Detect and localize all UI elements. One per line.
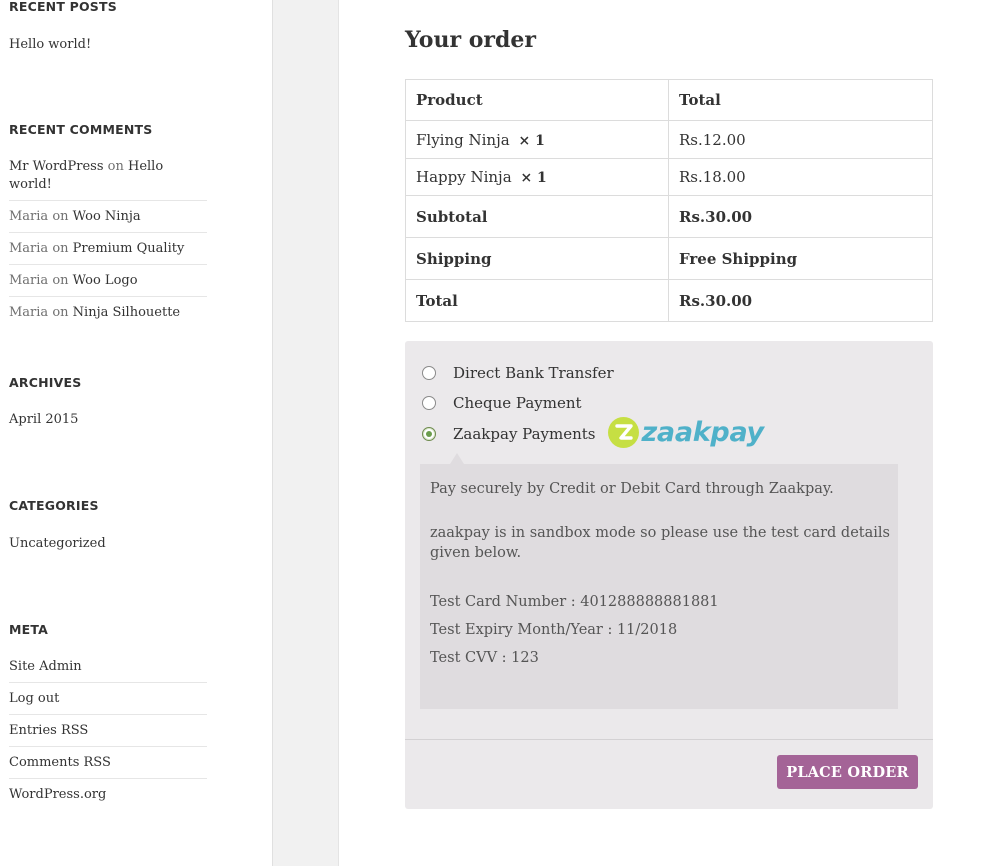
widget-archives: ARCHIVES April 2015: [9, 375, 207, 435]
zaakpay-logo-text: zaakpay: [641, 416, 765, 448]
meta-link-label[interactable]: Site Admin: [9, 659, 82, 674]
radio-button[interactable]: [422, 366, 436, 380]
widget-recent-posts: RECENT POSTS Hello world!: [9, 0, 207, 60]
payment-method-zaakpay[interactable]: Zaakpay Payments zaakpay: [422, 416, 764, 448]
comment-post-link[interactable]: Woo Ninja: [73, 209, 141, 224]
table-header-row: Product Total: [405, 79, 933, 121]
zaakpay-logo-icon: [607, 416, 639, 448]
product-qty: × 1: [520, 170, 547, 186]
archives-list: April 2015: [9, 411, 207, 435]
meta-link-wordpress-org[interactable]: WordPress.org: [9, 779, 207, 810]
meta-link-log-out[interactable]: Log out: [9, 683, 207, 715]
list-item[interactable]: Hello world!: [9, 36, 207, 60]
total-value: Rs.30.00: [668, 279, 933, 322]
widget-recent-comments: RECENT COMMENTS Mr WordPress on Hello wo…: [9, 122, 207, 328]
widget-categories: CATEGORIES Uncategorized: [9, 498, 207, 559]
payment-methods-panel: Direct Bank Transfer Cheque Payment Zaak…: [405, 341, 933, 809]
list-item[interactable]: April 2015: [9, 411, 207, 435]
widget-title: META: [9, 622, 49, 637]
total-row: Total Rs.30.00: [405, 279, 933, 322]
category-link[interactable]: Uncategorized: [9, 536, 106, 551]
payment-method-label[interactable]: Cheque Payment: [453, 394, 582, 412]
subtotal-label: Subtotal: [405, 195, 669, 238]
meta-link-entries-rss[interactable]: Entries RSS: [9, 715, 207, 747]
shipping-row: Shipping Free Shipping: [405, 237, 933, 280]
list-item[interactable]: Uncategorized: [9, 535, 207, 559]
product-name: Happy Ninja: [416, 168, 512, 186]
content-gutter: [274, 0, 339, 866]
product-qty: × 1: [518, 132, 545, 149]
meta-link-label[interactable]: Comments RSS: [9, 755, 111, 770]
list-item: Maria on Premium Quality: [9, 233, 207, 265]
payment-method-cheque[interactable]: Cheque Payment: [422, 393, 582, 413]
subtotal-value: Rs.30.00: [668, 195, 933, 238]
table-row: Flying Ninja × 1 Rs.12.00: [405, 120, 933, 159]
widget-title: ARCHIVES: [9, 375, 82, 390]
widget-title: RECENT POSTS: [9, 0, 117, 14]
post-link[interactable]: Hello world!: [9, 37, 91, 52]
test-expiry: Test Expiry Month/Year : 11/2018: [430, 622, 678, 638]
list-item: Maria on Woo Ninja: [9, 201, 207, 233]
meta-link-label[interactable]: Log out: [9, 691, 59, 706]
comment-on: on: [107, 159, 124, 174]
comment-author: Maria: [9, 209, 49, 224]
widget-title: CATEGORIES: [9, 498, 99, 513]
recent-comments-list: Mr WordPress on Hello world! Maria on Wo…: [9, 158, 207, 328]
widget-title: RECENT COMMENTS: [9, 122, 153, 137]
test-card-number: Test Card Number : 401288888881881: [430, 594, 719, 610]
page-title: Your order: [405, 27, 536, 53]
product-name: Flying Ninja: [416, 130, 510, 149]
order-review-table: Product Total Flying Ninja × 1 Rs.12.00 …: [405, 79, 933, 322]
meta-link-comments-rss[interactable]: Comments RSS: [9, 747, 207, 779]
archive-link[interactable]: April 2015: [9, 412, 78, 427]
subtotal-row: Subtotal Rs.30.00: [405, 195, 933, 238]
sidebar: RECENT POSTS Hello world! RECENT COMMENT…: [0, 0, 273, 866]
shipping-value: Free Shipping: [668, 237, 933, 280]
list-item: Maria on Ninja Silhouette: [9, 297, 207, 328]
comment-author: Maria: [9, 273, 49, 288]
meta-list: Site Admin Log out Entries RSS Comments …: [9, 658, 207, 810]
payment-box-arrow: [450, 453, 464, 464]
payment-description-box: Pay securely by Credit or Debit Card thr…: [420, 464, 898, 709]
comment-on: on: [52, 241, 69, 256]
divider: [405, 739, 933, 740]
payment-method-label[interactable]: Direct Bank Transfer: [453, 364, 614, 382]
shipping-label: Shipping: [405, 237, 669, 280]
test-cvv: Test CVV : 123: [430, 650, 539, 666]
product-cell: Flying Ninja × 1: [405, 120, 669, 159]
list-item: Maria on Woo Logo: [9, 265, 207, 297]
recent-posts-list: Hello world!: [9, 36, 207, 60]
radio-button-checked[interactable]: [422, 427, 436, 441]
zaakpay-logo: zaakpay: [607, 416, 765, 448]
sandbox-notice: zaakpay is in sandbox mode so please use…: [430, 525, 890, 561]
total-label: Total: [405, 279, 669, 322]
comment-post-link[interactable]: Premium Quality: [73, 241, 185, 256]
meta-link-label[interactable]: Entries RSS: [9, 723, 88, 738]
product-cell: Happy Ninja × 1: [405, 158, 669, 196]
widget-meta: META Site Admin Log out Entries RSS Comm…: [9, 622, 207, 810]
radio-button[interactable]: [422, 396, 436, 410]
table-row: Happy Ninja × 1 Rs.18.00: [405, 158, 933, 196]
list-item: Mr WordPress on Hello world!: [9, 158, 207, 201]
comment-author: Maria: [9, 241, 49, 256]
place-order-button[interactable]: Place order: [777, 755, 918, 789]
payment-description: Pay securely by Credit or Debit Card thr…: [430, 481, 834, 497]
payment-method-label[interactable]: Zaakpay Payments: [453, 425, 596, 443]
main-content: Your order Product Total Flying Ninja × …: [339, 0, 1000, 866]
header-product: Product: [405, 79, 669, 121]
product-total: Rs.18.00: [668, 158, 933, 196]
product-total: Rs.12.00: [668, 120, 933, 159]
payment-method-bank-transfer[interactable]: Direct Bank Transfer: [422, 363, 614, 383]
comment-author: Maria: [9, 305, 49, 320]
meta-link-label[interactable]: WordPress.org: [9, 787, 106, 802]
categories-list: Uncategorized: [9, 535, 207, 559]
meta-link-site-admin[interactable]: Site Admin: [9, 658, 207, 683]
comment-post-link[interactable]: Woo Logo: [73, 273, 138, 288]
comment-post-link[interactable]: Ninja Silhouette: [73, 305, 180, 320]
comment-author[interactable]: Mr WordPress: [9, 159, 104, 174]
comment-on: on: [52, 209, 69, 224]
comment-on: on: [52, 305, 69, 320]
comment-on: on: [52, 273, 69, 288]
header-total: Total: [668, 79, 933, 121]
